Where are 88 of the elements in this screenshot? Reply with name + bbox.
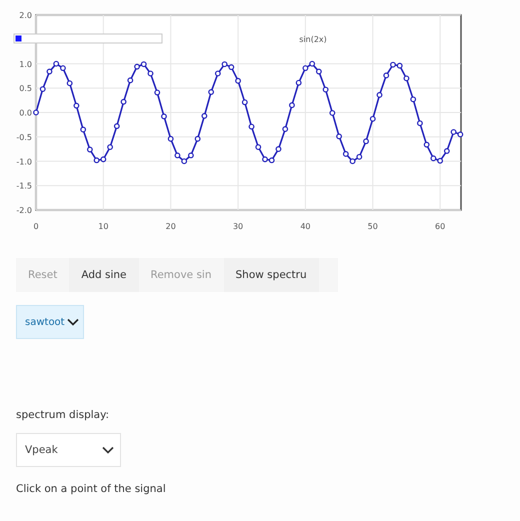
data-point[interactable] [127,77,134,84]
data-point[interactable] [262,156,268,162]
data-point[interactable] [282,126,288,132]
hint-text: Click on a point of the signal [16,483,166,495]
y-tick-label: -1.5 [16,182,32,191]
data-point[interactable] [86,146,93,152]
data-point[interactable] [336,133,342,140]
data-point[interactable] [329,110,336,116]
chevron-icon [66,318,79,326]
data-point[interactable] [410,96,416,102]
spectrum-label: spectrum display: [16,409,110,421]
data-point[interactable] [168,136,174,142]
data-point[interactable] [396,62,403,69]
data-point[interactable] [53,60,60,67]
data-point[interactable] [40,86,46,92]
data-point[interactable] [404,75,410,82]
data-point[interactable] [181,158,188,164]
spectrum-select[interactable]: Vpeak [16,433,121,467]
data-point[interactable] [276,146,282,152]
y-tick-label: 0.0 [19,108,32,118]
data-point[interactable] [248,124,254,130]
data-point[interactable] [148,70,154,76]
x-tick-label: 0 [33,222,39,231]
data-point[interactable] [322,86,329,92]
data-point[interactable] [242,99,248,106]
x-tick-label: 60 [435,222,446,231]
data-point[interactable] [430,155,436,162]
data-point[interactable] [214,70,221,76]
data-point[interactable] [107,144,113,150]
data-point[interactable] [154,90,160,96]
data-point[interactable] [383,72,390,78]
data-point[interactable] [437,158,444,164]
y-tick-label: -0.5 [16,132,32,142]
data-point[interactable] [363,138,369,144]
y-tick-label: 1.0 [19,60,32,69]
data-point[interactable] [201,113,208,119]
data-point[interactable] [255,144,262,150]
x-tick-label: 50 [368,222,378,231]
data-point[interactable] [74,102,80,109]
action-button[interactable]: Show spectru [224,258,319,292]
data-point[interactable] [235,78,241,84]
y-tick-label: -1.0 [16,157,32,166]
data-point[interactable] [350,158,356,164]
data-point[interactable] [188,152,194,158]
data-point[interactable] [66,80,73,86]
data-point[interactable] [94,157,100,164]
data-point[interactable] [424,142,430,148]
data-point[interactable] [33,110,39,116]
data-point[interactable] [208,89,214,95]
y-tick-label: -2.0 [16,206,32,215]
data-point[interactable] [309,60,316,67]
data-point[interactable] [194,136,201,142]
data-point[interactable] [342,151,349,157]
data-point[interactable] [161,114,167,120]
data-point[interactable] [80,126,86,132]
data-point[interactable] [222,61,228,68]
data-point[interactable] [390,62,396,68]
data-point[interactable] [46,68,52,74]
x-tick-label: 40 [300,222,310,231]
data-point[interactable] [174,152,180,158]
data-point[interactable] [289,102,295,108]
y-tick-label: 2.0 [19,11,32,20]
data-point[interactable] [376,92,382,98]
data-point[interactable] [268,157,275,164]
data-point[interactable] [356,154,362,160]
data-point[interactable] [114,123,120,130]
data-point[interactable] [120,98,126,105]
data-point[interactable] [140,61,147,68]
data-point[interactable] [316,68,322,74]
chart-title: sin(2x) [299,35,327,44]
action-button[interactable]: Add sine [69,258,139,292]
data-point[interactable] [450,129,456,135]
data-point[interactable] [100,156,106,162]
x-tick-label: 30 [232,222,244,231]
data-point[interactable] [302,65,308,72]
data-point[interactable] [457,132,464,138]
data-point[interactable] [296,80,302,86]
data-point[interactable] [417,120,423,126]
chevron-icon [102,446,114,454]
data-point[interactable] [444,148,450,154]
data-point[interactable] [370,116,376,122]
data-point[interactable] [60,65,66,72]
y-tick-label: 0.5 [19,84,32,94]
data-point[interactable] [228,64,234,70]
data-point[interactable] [134,64,140,70]
waveform-select[interactable]: sawtoot [16,305,84,339]
x-tick-label: 10 [98,222,108,231]
x-tick-label: 20 [166,222,176,231]
